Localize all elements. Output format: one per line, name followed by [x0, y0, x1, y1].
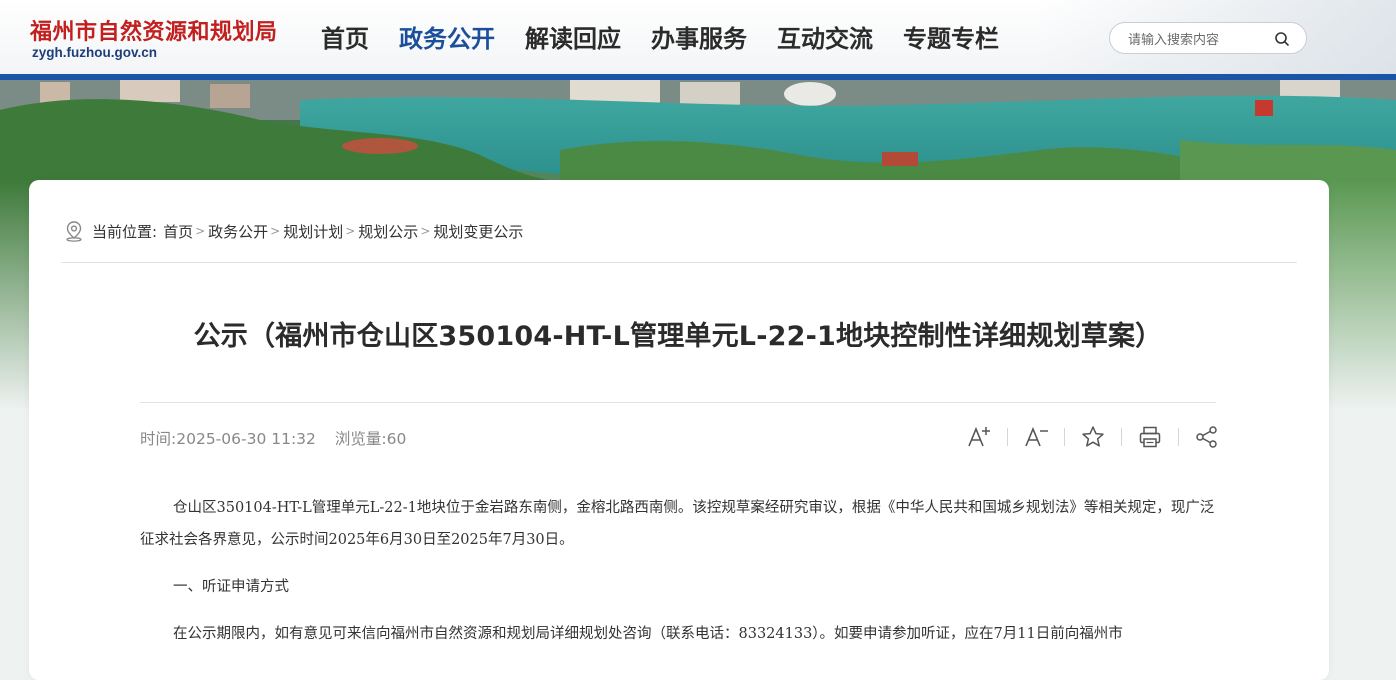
article-paragraph: 仓山区350104-HT-L管理单元L-22-1地块位于金岩路东南侧，金榕北路西… — [140, 500, 1215, 548]
article-paragraph: 在公示期限内，如有意见可来信向福州市自然资源和规划局详细规划处咨询（联系电话：8… — [173, 626, 1123, 642]
breadcrumb-divider — [61, 262, 1297, 263]
breadcrumb-separator: > — [195, 224, 206, 238]
print-icon — [1139, 426, 1161, 448]
breadcrumb-item-planning-notice[interactable]: 规划公示 — [358, 221, 418, 242]
print-button[interactable] — [1137, 424, 1163, 450]
nav-item-government-affairs[interactable]: 政务公开 — [399, 24, 495, 54]
nav-item-home[interactable]: 首页 — [321, 24, 369, 54]
location-pin-icon — [66, 221, 82, 242]
main-nav: 首页 政务公开 解读回应 办事服务 互动交流 专题专栏 — [321, 24, 1029, 54]
breadcrumb-item-home[interactable]: 首页 — [163, 221, 193, 242]
nav-item-special-topics[interactable]: 专题专栏 — [903, 24, 999, 54]
breadcrumb-separator: > — [270, 224, 281, 238]
toolbar-divider — [1007, 428, 1008, 446]
font-decrease-button[interactable] — [1023, 424, 1049, 450]
toolbar-divider — [1121, 428, 1122, 446]
publish-time-value: 2025-06-30 11:32 — [176, 430, 316, 448]
search-input[interactable] — [1126, 29, 1270, 51]
article-toolbar — [966, 424, 1220, 450]
article-section-heading: 一、听证申请方式 — [173, 579, 289, 595]
font-decrease-icon — [1025, 426, 1048, 447]
font-increase-button[interactable] — [966, 424, 992, 450]
toolbar-divider — [1064, 428, 1065, 446]
view-count: 浏览量:60 — [335, 430, 406, 448]
breadcrumb-item-planning-plan[interactable]: 规划计划 — [283, 221, 343, 242]
toolbar-divider — [1178, 428, 1179, 446]
site-logo-title[interactable]: 福州市自然资源和规划局 — [30, 14, 278, 46]
article-title: 公示（福州市仓山区350104-HT-L管理单元L-22-1地块控制性详细规划草… — [193, 321, 1163, 352]
breadcrumb: 当前位置: 首页 > 政务公开 > 规划计划 > 规划公示 > 规划变更公示 — [64, 220, 523, 242]
breadcrumb-item-planning-change-notice[interactable]: 规划变更公示 — [433, 221, 523, 242]
share-icon — [1196, 426, 1217, 448]
search-icon[interactable] — [1273, 30, 1291, 48]
breadcrumb-prefix: 当前位置: — [92, 222, 158, 241]
publish-time: 时间:2025-06-30 11:32 — [140, 430, 316, 448]
share-button[interactable] — [1194, 424, 1220, 450]
site-logo-url[interactable]: zygh.fuzhou.gov.cn — [32, 45, 157, 60]
favorite-button[interactable] — [1080, 424, 1106, 450]
breadcrumb-item-government-affairs[interactable]: 政务公开 — [208, 221, 268, 242]
nav-item-services[interactable]: 办事服务 — [651, 24, 747, 54]
nav-item-interaction[interactable]: 互动交流 — [777, 24, 873, 54]
view-count-label: 浏览量: — [334, 430, 387, 448]
star-icon — [1082, 426, 1104, 447]
search-box — [1109, 22, 1307, 54]
font-increase-icon — [968, 426, 990, 447]
view-count-value: 60 — [386, 430, 407, 448]
publish-time-label: 时间: — [140, 430, 177, 448]
article-meta: 时间:2025-06-30 11:32 浏览量:60 — [140, 427, 420, 449]
breadcrumb-separator: > — [420, 224, 431, 238]
nav-item-interpretation[interactable]: 解读回应 — [525, 24, 621, 54]
title-divider — [140, 402, 1216, 403]
breadcrumb-separator: > — [345, 224, 356, 238]
